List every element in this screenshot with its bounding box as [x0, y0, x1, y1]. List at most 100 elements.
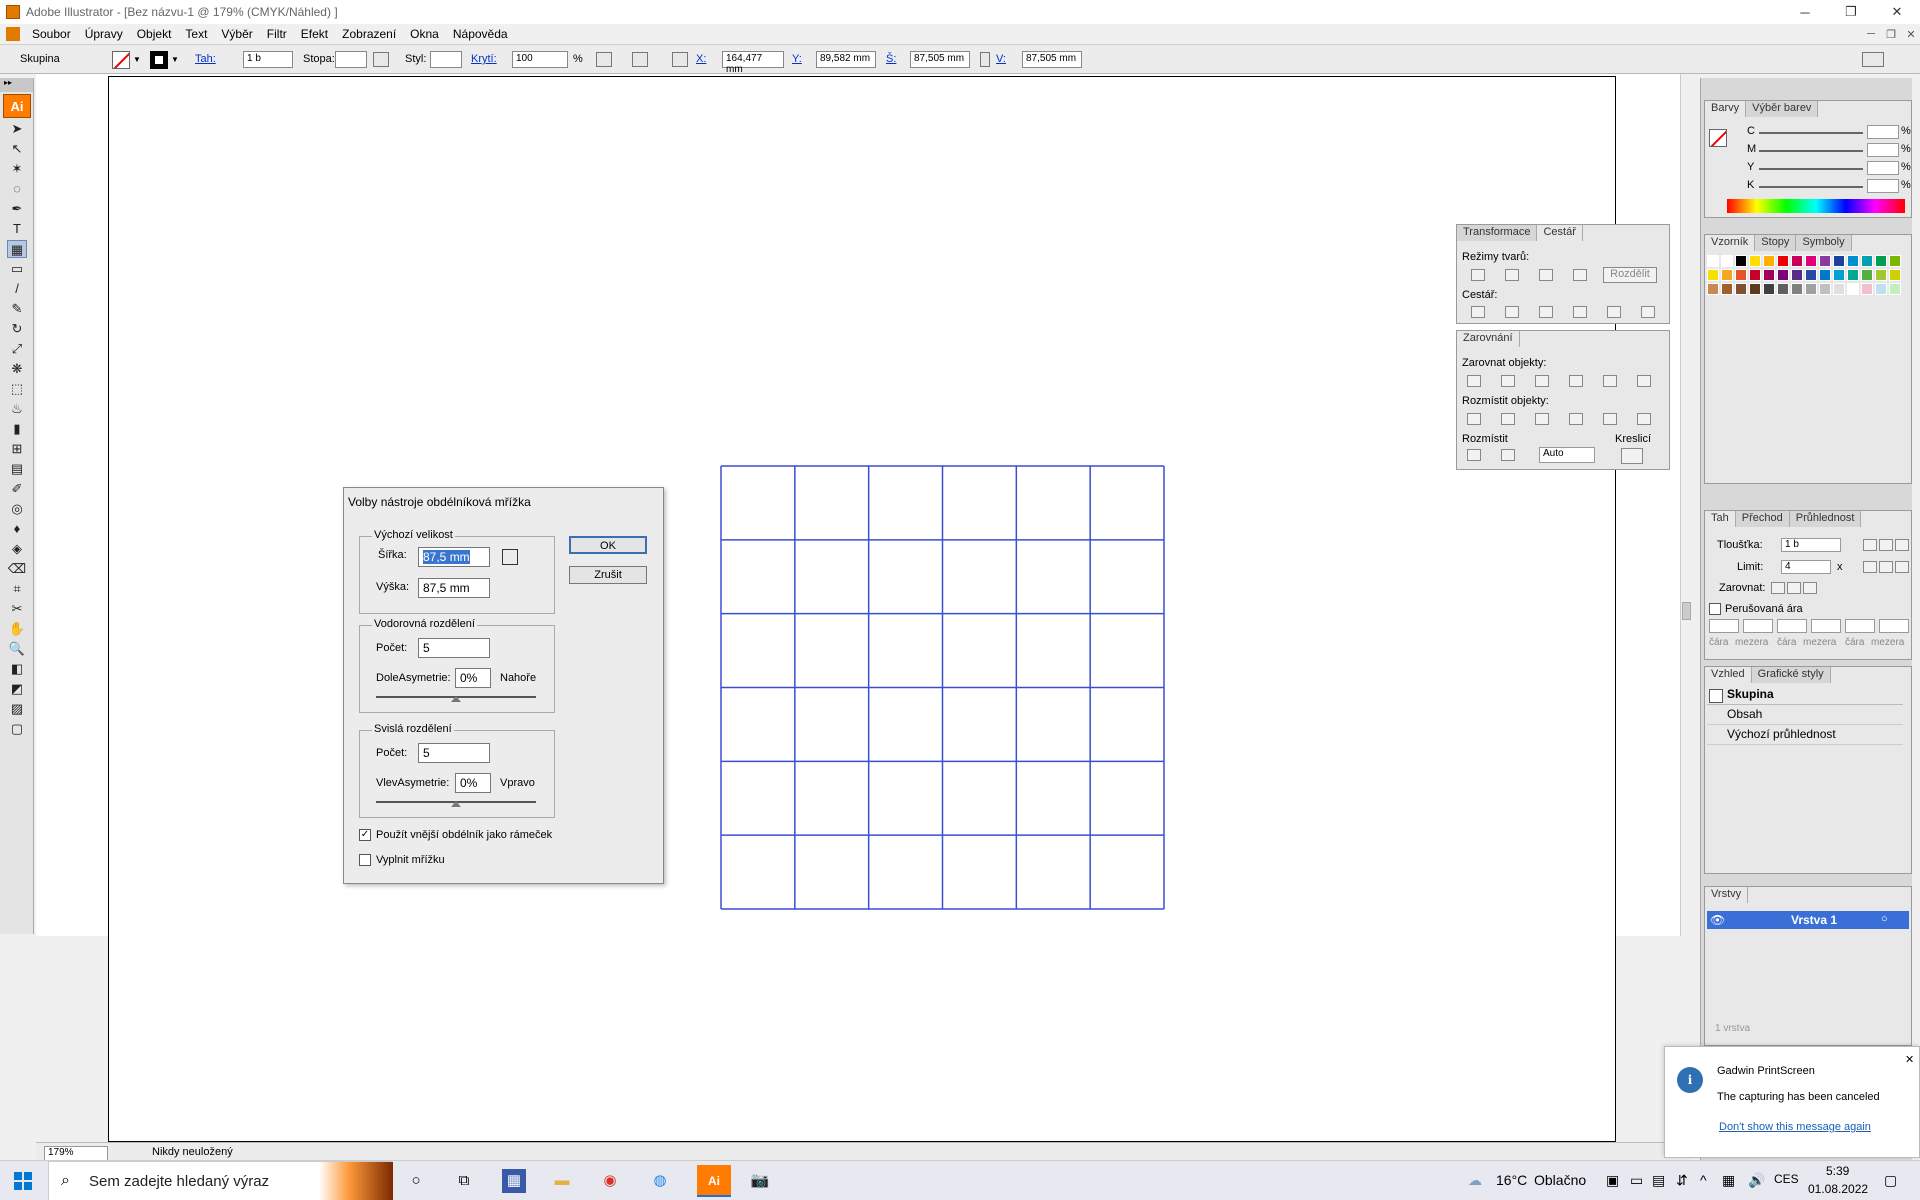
recolor-icon[interactable] [596, 52, 612, 67]
align-stroke-inside-icon[interactable] [1787, 582, 1801, 594]
tab-cestar[interactable]: Cestář [1537, 225, 1583, 241]
vertical-scroll-thumb[interactable] [1682, 602, 1691, 620]
x-field[interactable]: 164,477 mm [722, 51, 784, 75]
rectangle-tool-icon[interactable]: ▭ [7, 260, 27, 278]
join-miter-icon[interactable] [1863, 561, 1877, 573]
align-to-artboard-icon[interactable] [1621, 448, 1643, 464]
swatch-chip[interactable] [1861, 255, 1873, 267]
dashed-line-checkbox[interactable] [1709, 603, 1721, 615]
swatch-chip[interactable] [1791, 269, 1803, 281]
w-field[interactable]: 87,505 mm [910, 51, 970, 68]
gap-field-3[interactable] [1879, 619, 1909, 633]
swatch-grid[interactable] [1707, 255, 1902, 367]
swatch-chip[interactable] [1777, 255, 1789, 267]
weather-text[interactable]: Oblačno [1534, 1172, 1586, 1188]
swatch-chip[interactable] [1721, 283, 1733, 295]
notification-close-icon[interactable]: ✕ [1905, 1053, 1914, 1066]
tab-pruhlednost[interactable]: Průhlednost [1789, 511, 1862, 527]
spacing-field[interactable]: Auto [1539, 447, 1595, 463]
swatch-chip[interactable] [1721, 269, 1733, 281]
swatch-chip[interactable] [1749, 283, 1761, 295]
document-icon[interactable] [6, 27, 20, 41]
w-label[interactable]: Š: [886, 53, 896, 65]
swatch-chip[interactable] [1819, 269, 1831, 281]
swatch-chip[interactable] [1707, 255, 1719, 267]
h-label[interactable]: V: [996, 53, 1006, 65]
gap-field-2[interactable] [1811, 619, 1841, 633]
graph-tool-icon[interactable]: ▮ [7, 420, 27, 438]
tray-language[interactable]: CES [1774, 1172, 1799, 1186]
color-fill-none-icon[interactable] [1709, 129, 1727, 147]
align-bottom-icon[interactable] [1637, 375, 1651, 387]
rotate-tool-icon[interactable]: ↻ [7, 320, 27, 338]
blend-tool-icon[interactable]: ◎ [7, 500, 27, 518]
cortana-icon[interactable]: ○ [404, 1169, 428, 1193]
screen-mode-icon[interactable]: ▢ [7, 720, 27, 738]
weather-temp[interactable]: 16°C [1496, 1172, 1527, 1188]
warp-tool-icon[interactable]: ❋ [7, 360, 27, 378]
swatch-chip[interactable] [1749, 269, 1761, 281]
join-bevel-icon[interactable] [1895, 561, 1909, 573]
stroke-weight-input[interactable]: 1 b [1781, 538, 1841, 552]
distribute-top-icon[interactable] [1467, 413, 1481, 425]
swatch-chip[interactable] [1833, 255, 1845, 267]
gradient-tool-icon[interactable]: ▤ [7, 460, 27, 478]
constrain-link-icon[interactable] [980, 52, 990, 67]
fill-dropdown-icon[interactable]: ▼ [132, 52, 142, 67]
align-stroke-outside-icon[interactable] [1803, 582, 1817, 594]
channel-m-slider[interactable] [1759, 150, 1863, 152]
distribute-center-v-icon[interactable] [1501, 413, 1515, 425]
swatch-chip[interactable] [1777, 269, 1789, 281]
menu-napoveda[interactable]: Nápověda [446, 27, 515, 41]
tab-prechod[interactable]: Přechod [1735, 511, 1790, 527]
tray-app-icon[interactable]: ▣ [1606, 1172, 1619, 1189]
dash-field-2[interactable] [1777, 619, 1807, 633]
tab-transformace[interactable]: Transformace [1457, 225, 1538, 241]
paintbrush-tool-icon[interactable]: / [7, 280, 27, 298]
align-right-icon[interactable] [1535, 375, 1549, 387]
swatch-chip[interactable] [1833, 283, 1845, 295]
outline-icon[interactable] [1607, 306, 1621, 318]
calculator-icon[interactable]: ▦ [502, 1169, 526, 1193]
stroke-weight-field[interactable]: 1 b [243, 51, 293, 68]
layer-target-icon[interactable]: ○ [1881, 913, 1888, 925]
tab-symboly[interactable]: Symboly [1796, 235, 1852, 251]
swatch-chip[interactable] [1861, 269, 1873, 281]
tray-date[interactable]: 01.08.2022 [1808, 1182, 1868, 1196]
swatch-chip[interactable] [1847, 269, 1859, 281]
tab-vrstvy[interactable]: Vrstvy [1705, 887, 1749, 903]
windows-start-icon[interactable] [14, 1172, 32, 1190]
cap-round-icon[interactable] [1879, 539, 1893, 551]
doc-minimize-icon[interactable]: ─ [1860, 24, 1882, 44]
reference-point-icon[interactable] [502, 549, 518, 565]
swatch-chip[interactable] [1889, 283, 1901, 295]
appearance-contents[interactable]: Obsah [1707, 707, 1903, 725]
height-field[interactable]: 87,5 mm [418, 578, 490, 598]
menu-upravy[interactable]: Úpravy [78, 27, 130, 41]
stroke-color-swatch[interactable] [150, 51, 168, 69]
menu-objekt[interactable]: Objekt [130, 27, 179, 41]
rectangular-grid-tool-icon[interactable]: ▦ [7, 240, 27, 258]
fill-stroke-icon[interactable]: ◩ [7, 680, 27, 698]
tray-time[interactable]: 5:39 [1826, 1164, 1849, 1178]
swatch-chip[interactable] [1847, 255, 1859, 267]
default-colors-icon[interactable]: ◧ [7, 660, 27, 678]
distribute-bottom-icon[interactable] [1535, 413, 1549, 425]
menu-zobrazeni[interactable]: Zobrazení [335, 27, 403, 41]
swatch-chip[interactable] [1763, 269, 1775, 281]
unite-icon[interactable] [1471, 269, 1485, 281]
taskbar-search-box[interactable]: ⌕ Sem zadejte hledaný výraz [48, 1161, 393, 1200]
chrome-icon[interactable]: ◉ [598, 1169, 622, 1193]
swatch-chip[interactable] [1735, 269, 1747, 281]
direct-selection-tool-icon[interactable]: ↖ [7, 140, 27, 158]
restore-button[interactable]: ❐ [1828, 0, 1874, 24]
swatch-chip[interactable] [1721, 255, 1733, 267]
menu-vyber[interactable]: Výběr [214, 27, 259, 41]
align-center-h-icon[interactable] [1501, 375, 1515, 387]
swatch-chip[interactable] [1875, 283, 1887, 295]
brush-options-icon[interactable] [373, 52, 389, 67]
swatch-chip[interactable] [1791, 255, 1803, 267]
document-state[interactable]: Nikdy neuložený [152, 1146, 312, 1161]
swatch-chip[interactable] [1763, 255, 1775, 267]
swatch-chip[interactable] [1861, 283, 1873, 295]
